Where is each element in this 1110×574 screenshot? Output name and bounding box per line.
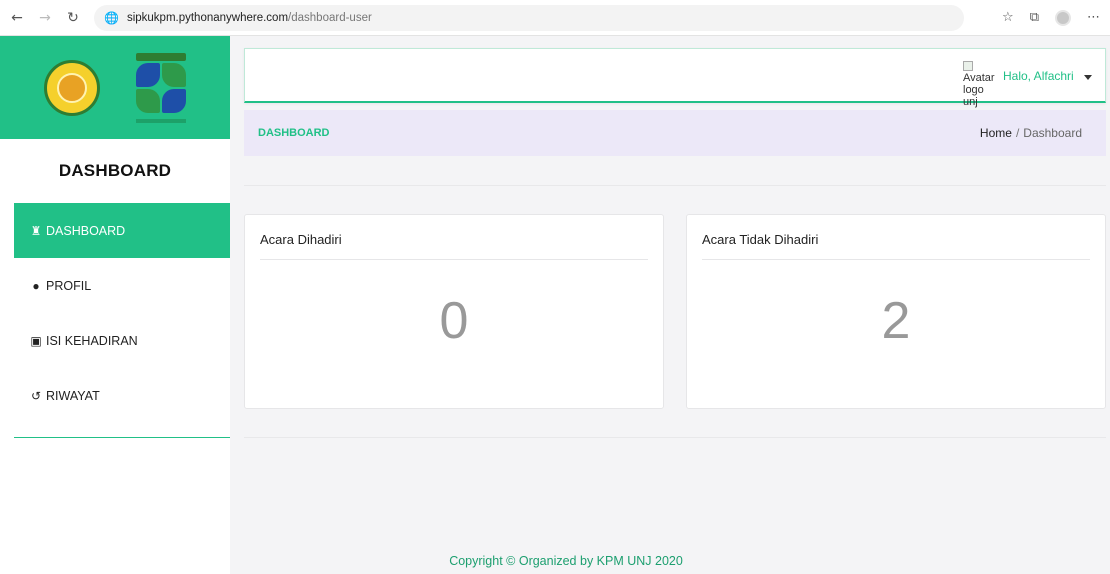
sidebar-item-profil[interactable]: ● PROFIL xyxy=(14,258,230,313)
forward-icon[interactable]: → xyxy=(34,7,56,29)
profile-icon[interactable] xyxy=(1055,9,1071,26)
user-icon: ● xyxy=(32,278,40,293)
sidebar-menu: ♜ DASHBOARD ● PROFIL ▣ ISI KEHADIRAN ↺ R… xyxy=(14,203,230,423)
back-icon[interactable]: ← xyxy=(6,7,28,29)
breadcrumb-separator: / xyxy=(1015,126,1020,140)
sidebar-item-riwayat[interactable]: ↺ RIWAYAT xyxy=(14,368,230,423)
sidebar: DASHBOARD ♜ DASHBOARD ● PROFIL ▣ ISI KEH… xyxy=(0,36,230,574)
not-attended-events-card: Acara Tidak Dihadiri 2 xyxy=(686,214,1106,409)
card-title: Acara Dihadiri xyxy=(260,232,342,247)
divider xyxy=(244,185,1106,186)
breadcrumb-home[interactable]: Home xyxy=(980,126,1012,140)
url-host: sipkukpm.pythonanywhere.com xyxy=(126,11,289,24)
card-value: 2 xyxy=(881,292,911,350)
sidebar-title: DASHBOARD xyxy=(58,161,172,180)
breadcrumb-current: Dashboard xyxy=(1023,126,1082,140)
card-divider xyxy=(702,259,1090,260)
logo-band xyxy=(0,36,230,139)
user-greeting[interactable]: Halo, Alfachri xyxy=(1003,69,1074,83)
divider xyxy=(244,437,1106,438)
more-icon[interactable]: ⋯ xyxy=(1087,10,1100,25)
address-bar[interactable]: 🌐 sipkukpm.pythonanywhere.com/dashboard-… xyxy=(94,4,964,31)
chevron-down-icon[interactable] xyxy=(1084,75,1092,80)
main-content: Avatar logo unj Halo, Alfachri DASHBOARD… xyxy=(230,36,1110,574)
sidebar-item-label: ISI KEHADIRAN xyxy=(46,333,138,348)
sidebar-item-isi-kehadiran[interactable]: ▣ ISI KEHADIRAN xyxy=(14,313,230,368)
sidebar-item-dashboard[interactable]: ♜ DASHBOARD xyxy=(14,203,230,258)
browser-toolbar: ← → ↻ 🌐 sipkukpm.pythonanywhere.com/dash… xyxy=(0,0,1110,36)
avatar-alt-text: Avatar logo unj xyxy=(963,72,995,108)
card-title: Acara Tidak Dihadiri xyxy=(702,232,819,247)
refresh-icon[interactable]: ↻ xyxy=(62,7,84,29)
top-navbar: Avatar logo unj Halo, Alfachri xyxy=(244,48,1106,108)
sidebar-item-label: RIWAYAT xyxy=(46,388,100,403)
history-icon: ↺ xyxy=(30,388,42,403)
globe-icon: 🌐 xyxy=(104,10,119,25)
collections-icon[interactable]: ⧉ xyxy=(1030,10,1039,25)
breadcrumb: Home / Dashboard xyxy=(980,126,1082,140)
sidebar-item-label: PROFIL xyxy=(46,278,92,293)
sidebar-item-label: DASHBOARD xyxy=(46,223,126,238)
favorites-icon[interactable]: ☆ xyxy=(1002,10,1014,25)
card-value: 0 xyxy=(439,292,469,350)
page-header: DASHBOARD Home / Dashboard xyxy=(244,110,1106,156)
home-icon: ♜ xyxy=(30,223,42,238)
url-path: /dashboard-user xyxy=(288,11,372,24)
unj-logo xyxy=(44,59,100,116)
footer-copyright: Copyright © Organized by KPM UNJ 2020 xyxy=(449,554,683,568)
broken-image-icon xyxy=(963,61,973,71)
card-divider xyxy=(260,259,648,260)
attended-events-card: Acara Dihadiri 0 xyxy=(244,214,664,409)
kpm-logo xyxy=(136,52,186,123)
page-title: DASHBOARD xyxy=(258,127,330,139)
avatar[interactable]: Avatar logo unj xyxy=(963,61,995,108)
book-icon: ▣ xyxy=(30,333,42,348)
sidebar-divider xyxy=(14,437,230,438)
